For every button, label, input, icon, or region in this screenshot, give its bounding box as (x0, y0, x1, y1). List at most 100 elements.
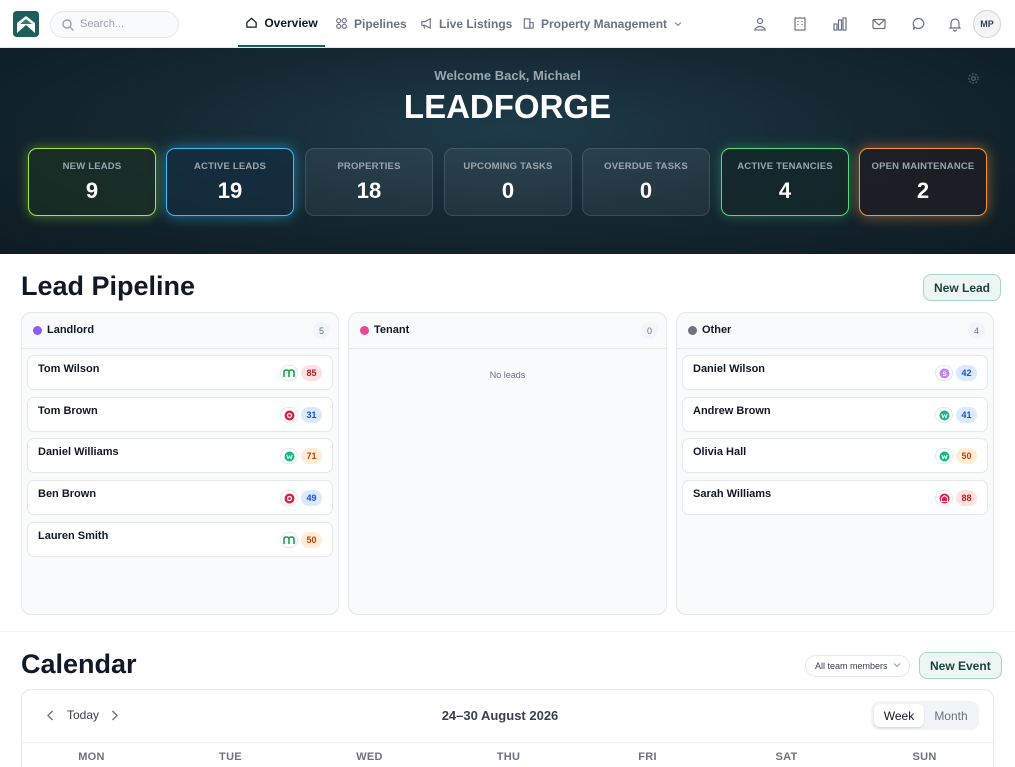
team-filter-value: All team members (815, 661, 888, 671)
stat-card-active-leads[interactable]: ACTIVE LEADS 19 (166, 148, 294, 216)
lead-name: Lauren Smith (38, 530, 109, 542)
team-filter-select[interactable]: All team members (805, 655, 910, 677)
stat-label: UPCOMING TASKS (463, 161, 553, 172)
column-header: Landlord 5 (22, 313, 338, 349)
lead-score-badge: 88 (956, 490, 977, 506)
section-divider (0, 631, 1015, 632)
search-placeholder: Search... (80, 18, 125, 30)
stat-card-upcoming-tasks[interactable]: UPCOMING TASKS 0 (444, 148, 572, 216)
brand-title: LEADFORGE (403, 88, 612, 125)
lead-score-badge: 41 (956, 407, 977, 423)
user-network-icon[interactable] (752, 16, 768, 32)
stat-value: 4 (778, 178, 792, 203)
svg-text:S: S (942, 371, 947, 378)
lead-name: Sarah Williams (693, 488, 772, 500)
column-header: Tenant 0 (349, 313, 666, 349)
stat-value: 19 (217, 178, 243, 203)
calendar-panel: Today 24–30 August 2026 Week Month MON T… (21, 689, 994, 767)
day-header: FRI (638, 751, 657, 763)
view-toggle: Week Month (871, 701, 979, 730)
megaphone-icon (421, 17, 431, 30)
lead-card[interactable]: Sarah Williams 88 (682, 480, 988, 515)
new-lead-button[interactable]: New Lead (923, 274, 1002, 301)
stat-label: PROPERTIES (337, 161, 401, 172)
chevron-down-icon (674, 21, 682, 26)
mail-icon[interactable] (871, 16, 887, 32)
tab-overview-label: Overview (264, 15, 318, 30)
welcome-message: Welcome Back, Michael (434, 68, 581, 83)
tab-pipelines[interactable]: Pipelines (335, 0, 407, 47)
status-dot (33, 326, 42, 335)
status-dot (688, 326, 697, 335)
lead-card[interactable]: Lauren Smith 50 (27, 522, 333, 557)
lead-name: Daniel Williams (38, 446, 119, 458)
stat-label: OPEN MAINTENANCE (871, 161, 975, 172)
stat-value: 18 (356, 178, 382, 203)
source-w-icon (935, 407, 953, 423)
chevron-down-icon (893, 663, 901, 668)
stat-card-overdue-tasks[interactable]: OVERDUE TASKS 0 (582, 148, 710, 216)
building-icon (523, 18, 534, 29)
bar-chart-icon[interactable] (832, 16, 848, 32)
column-title: Other (702, 324, 732, 336)
gear-icon[interactable] (967, 72, 980, 85)
source-r-icon (935, 490, 953, 506)
stat-value: 9 (85, 178, 99, 203)
empty-state: No leads (489, 370, 526, 380)
logo-icon[interactable] (13, 11, 39, 37)
lead-score-badge: 49 (301, 490, 322, 506)
source-o-icon (280, 490, 298, 506)
lead-card[interactable]: Daniel Williams 71 (27, 438, 333, 473)
stat-value: 0 (639, 178, 653, 203)
top-navigation-bar: Search... Overview Pipelines Live Listin… (0, 0, 1015, 48)
lead-card[interactable]: Tom Wilson 85 (27, 355, 333, 390)
tab-overview[interactable]: Overview (238, 0, 325, 47)
lead-name: Olivia Hall (693, 446, 747, 458)
building-icon[interactable] (792, 16, 808, 32)
stat-card-properties[interactable]: PROPERTIES 18 (305, 148, 433, 216)
lead-card[interactable]: Ben Brown 49 (27, 480, 333, 515)
view-week-button[interactable]: Week (874, 704, 924, 727)
stat-label: ACTIVE TENANCIES (737, 161, 833, 172)
tab-pipelines-label: Pipelines (354, 16, 407, 31)
tab-property-management[interactable]: Property Management (522, 0, 683, 47)
search-input[interactable]: Search... (50, 11, 179, 38)
lead-card[interactable]: Tom Brown 31 (27, 397, 333, 432)
source-w-icon (280, 448, 298, 464)
stat-card-active-tenancies[interactable]: ACTIVE TENANCIES 4 (721, 148, 849, 216)
stat-card-open-maintenance[interactable]: OPEN MAINTENANCE 2 (859, 148, 987, 216)
lead-score-badge: 85 (301, 365, 322, 381)
lead-score-badge: 71 (301, 448, 322, 464)
tab-live-listings[interactable]: Live Listings (420, 0, 512, 47)
source-m-icon (280, 365, 298, 381)
new-event-button[interactable]: New Event (919, 652, 1002, 679)
lead-name: Tom Wilson (38, 363, 100, 375)
day-header: SAT (775, 751, 798, 763)
calendar-divider (22, 742, 993, 743)
lead-name: Ben Brown (38, 488, 97, 500)
pipeline-column-tenant: Tenant 0 No leads (348, 312, 667, 615)
day-header: THU (496, 751, 521, 763)
source-s-icon: S (935, 365, 953, 381)
stat-label: OVERDUE TASKS (604, 161, 688, 172)
day-header: MON (78, 751, 105, 763)
lead-pipeline-title: Lead Pipeline (21, 271, 196, 301)
bell-icon[interactable] (947, 16, 963, 32)
view-month-button[interactable]: Month (926, 704, 976, 727)
stat-value: 0 (501, 178, 515, 203)
lead-name: Daniel Wilson (693, 363, 766, 375)
day-header: WED (356, 751, 383, 763)
avatar[interactable]: MP (973, 10, 1001, 38)
stat-value: 2 (916, 178, 930, 203)
stat-card-new-leads[interactable]: NEW LEADS 9 (28, 148, 156, 216)
tab-property-management-label: Property Management (541, 16, 668, 31)
lead-card[interactable]: Daniel Wilson S 42 (682, 355, 988, 390)
lead-card[interactable]: Andrew Brown 41 (682, 397, 988, 432)
lead-score-badge: 31 (301, 407, 322, 423)
grid-icon (336, 18, 347, 29)
source-m-icon (280, 532, 298, 548)
lead-card[interactable]: Olivia Hall 50 (682, 438, 988, 473)
source-w-icon (935, 448, 953, 464)
day-header: SUN (912, 751, 937, 763)
chat-icon[interactable] (911, 16, 927, 32)
